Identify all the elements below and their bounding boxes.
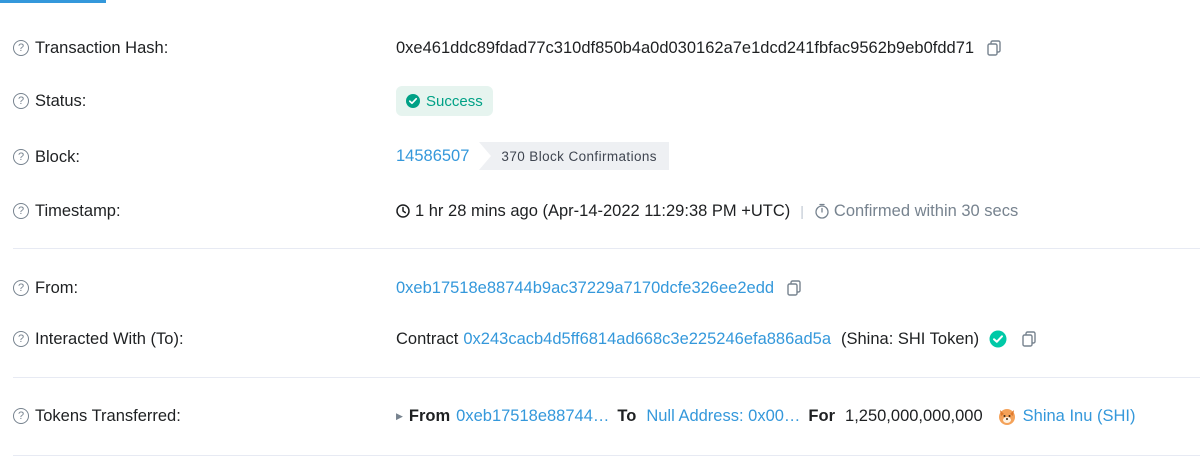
row-interacted-with: ? Interacted With (To): Contract 0x243ca…: [0, 324, 1200, 354]
status-text: Success: [426, 92, 483, 110]
block-label: Block:: [35, 147, 80, 166]
help-icon[interactable]: ?: [13, 40, 29, 56]
help-icon[interactable]: ?: [13, 93, 29, 109]
row-timestamp: ? Timestamp: 1 hr 28 mins ago (Apr-14-20…: [0, 196, 1200, 226]
block-number-link[interactable]: 14586507: [396, 147, 469, 166]
timestamp-value: 1 hr 28 mins ago (Apr-14-2022 11:29:38 P…: [415, 201, 791, 220]
active-tab-indicator: [0, 0, 106, 3]
transaction-hash-label: Transaction Hash:: [35, 38, 169, 57]
timestamp-separator: |: [800, 203, 804, 219]
row-block: ? Block: 14586507 370 Block Confirmation…: [0, 142, 1200, 172]
row-status: ? Status: Success: [0, 86, 1200, 116]
token-name-link[interactable]: Shina Inu (SHI): [1023, 407, 1136, 426]
contract-name: (Shina: SHI Token): [841, 329, 980, 348]
help-icon[interactable]: ?: [13, 408, 29, 424]
status-badge: Success: [396, 86, 493, 116]
contract-prefix: Contract: [396, 329, 459, 348]
help-icon[interactable]: ?: [13, 280, 29, 296]
transfer-to-label: To: [617, 406, 637, 425]
verified-check-icon: [989, 330, 1007, 348]
block-confirmations-badge: 370 Block Confirmations: [479, 142, 669, 170]
help-icon[interactable]: ?: [13, 331, 29, 347]
transfer-amount: 1,250,000,000,000: [845, 406, 983, 425]
section-divider: [13, 455, 1200, 456]
interacted-with-label: Interacted With (To):: [35, 329, 184, 348]
clock-icon: [396, 204, 410, 218]
copy-icon[interactable]: [786, 280, 802, 296]
status-label: Status:: [35, 91, 87, 110]
help-icon[interactable]: ?: [13, 203, 29, 219]
transfer-from-address-link[interactable]: 0xeb17518e88744…: [456, 407, 609, 426]
transaction-hash-value: 0xe461ddc89fdad77c310df850b4a0d030162a7e…: [396, 38, 975, 57]
help-icon[interactable]: ?: [13, 149, 29, 165]
row-tokens-transferred: ? Tokens Transferred: ▶ From 0xeb17518e8…: [0, 401, 1200, 431]
check-circle-icon: [406, 94, 420, 108]
transfer-from-label: From: [408, 406, 451, 425]
section-divider: [13, 248, 1200, 249]
from-label: From:: [35, 278, 79, 297]
from-address-link[interactable]: 0xeb17518e88744b9ac37229a7170dcfe326ee2e…: [396, 279, 774, 298]
stopwatch-icon: [815, 203, 829, 219]
row-transaction-hash: ? Transaction Hash: 0xe461ddc89fdad77c31…: [0, 33, 1200, 63]
tokens-transferred-label: Tokens Transferred:: [35, 406, 181, 425]
contract-address-link[interactable]: 0x243cacb4d5ff6814ad668c3e225246efa886ad…: [463, 330, 831, 349]
caret-right-icon[interactable]: ▶: [396, 411, 403, 422]
copy-icon[interactable]: [986, 40, 1002, 56]
section-divider: [13, 377, 1200, 378]
shina-inu-token-icon: [998, 409, 1015, 425]
transfer-to-address-link[interactable]: Null Address: 0x00…: [646, 407, 800, 426]
row-from: ? From: 0xeb17518e88744b9ac37229a7170dcf…: [0, 273, 1200, 303]
confirmed-within-text: Confirmed within 30 secs: [833, 201, 1019, 220]
copy-icon[interactable]: [1021, 331, 1037, 347]
timestamp-label: Timestamp:: [35, 201, 121, 220]
transfer-for-label: For: [808, 406, 836, 425]
